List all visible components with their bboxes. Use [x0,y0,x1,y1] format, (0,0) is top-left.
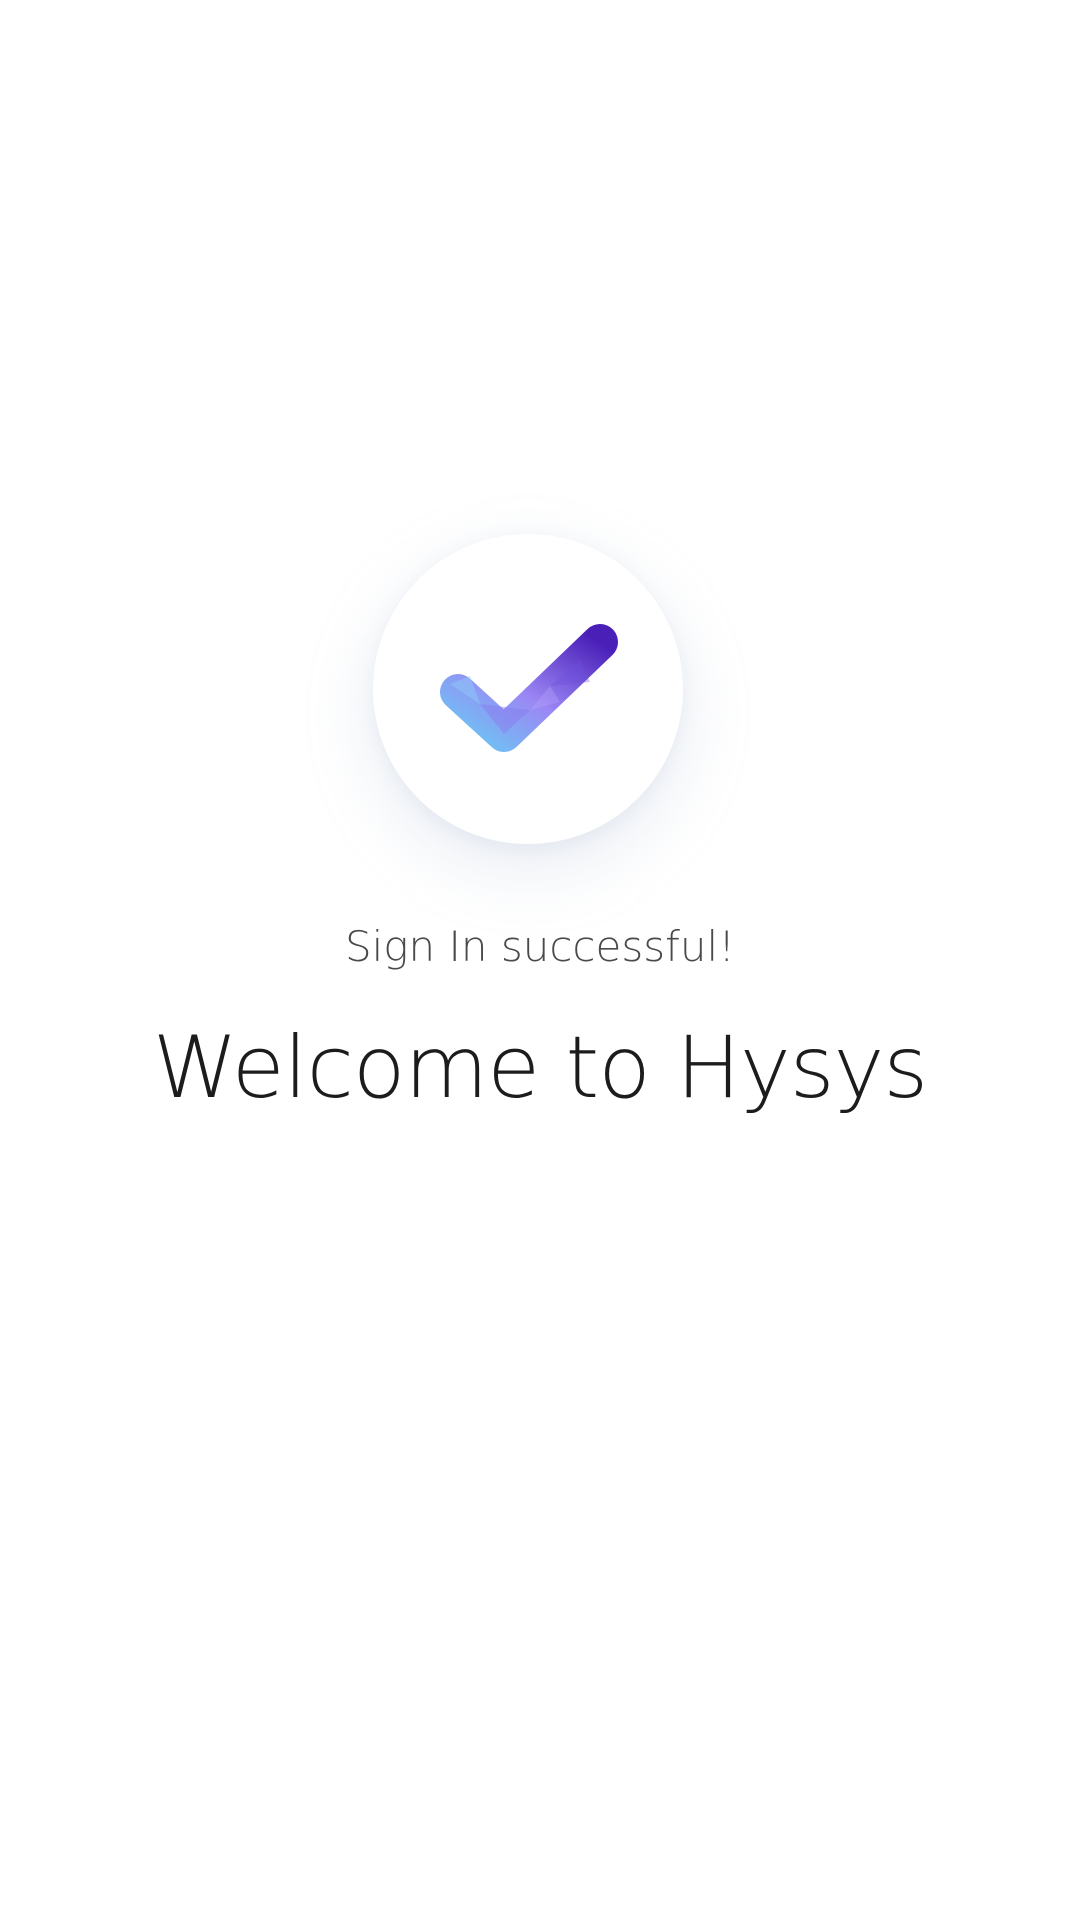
check-icon [440,624,618,752]
sign-in-success-screen: Sign In successful! Welcome to Hysys [0,0,1080,1920]
welcome-title: Welcome to Hysys [152,1018,928,1118]
sign-in-status-text: Sign In successful! [344,922,736,971]
success-badge [373,534,683,844]
